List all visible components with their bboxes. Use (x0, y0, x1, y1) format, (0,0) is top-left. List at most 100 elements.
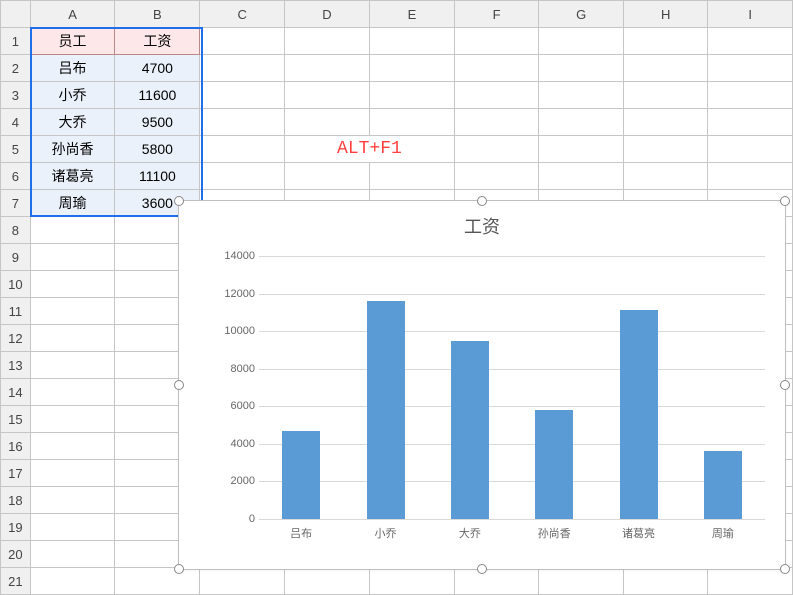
cell-B3[interactable]: 11600 (115, 82, 200, 109)
cell[interactable] (369, 28, 454, 55)
cell[interactable] (708, 55, 793, 82)
cell-B2[interactable]: 4700 (115, 55, 200, 82)
cell[interactable] (623, 109, 708, 136)
cell[interactable] (369, 163, 454, 190)
cell-B6[interactable]: 11100 (115, 163, 200, 190)
cell[interactable] (200, 55, 285, 82)
chart-bar[interactable] (535, 410, 573, 519)
cell[interactable] (200, 82, 285, 109)
row-header-15[interactable]: 15 (1, 406, 31, 433)
cell[interactable] (30, 406, 115, 433)
cell[interactable] (200, 136, 285, 163)
col-header-G[interactable]: G (539, 1, 624, 28)
col-header-C[interactable]: C (200, 1, 285, 28)
row-header-2[interactable]: 2 (1, 55, 31, 82)
cell[interactable] (454, 568, 539, 595)
cell-A6[interactable]: 诸葛亮 (30, 163, 115, 190)
cell[interactable] (30, 325, 115, 352)
cell-A3[interactable]: 小乔 (30, 82, 115, 109)
cell-A4[interactable]: 大乔 (30, 109, 115, 136)
chart-plot-area[interactable]: 02000400060008000100001200014000吕布小乔大乔孙尚… (219, 256, 765, 519)
cell[interactable] (369, 568, 454, 595)
cell[interactable] (30, 433, 115, 460)
chart-title[interactable]: 工资 (179, 213, 785, 239)
row-header-21[interactable]: 21 (1, 568, 31, 595)
resize-handle-e[interactable] (780, 380, 790, 390)
cell[interactable] (454, 82, 539, 109)
row-header-10[interactable]: 10 (1, 271, 31, 298)
resize-handle-se[interactable] (780, 564, 790, 574)
cell[interactable] (539, 28, 624, 55)
chart-bar[interactable] (282, 431, 320, 519)
cell[interactable] (708, 109, 793, 136)
cell[interactable] (369, 82, 454, 109)
resize-handle-nw[interactable] (174, 196, 184, 206)
cell[interactable] (454, 163, 539, 190)
cell-B5[interactable]: 5800 (115, 136, 200, 163)
row-header-12[interactable]: 12 (1, 325, 31, 352)
row-header-3[interactable]: 3 (1, 82, 31, 109)
cell[interactable] (539, 163, 624, 190)
cell[interactable] (30, 271, 115, 298)
cell[interactable] (115, 568, 200, 595)
select-all-corner[interactable] (1, 1, 31, 28)
cell[interactable] (30, 298, 115, 325)
cell-A2[interactable]: 吕布 (30, 55, 115, 82)
row-header-5[interactable]: 5 (1, 136, 31, 163)
cell-A1[interactable]: 员工 (30, 28, 115, 55)
row-header-11[interactable]: 11 (1, 298, 31, 325)
cell[interactable] (284, 28, 369, 55)
row-header-9[interactable]: 9 (1, 244, 31, 271)
cell[interactable] (623, 28, 708, 55)
resize-handle-w[interactable] (174, 380, 184, 390)
cell[interactable] (284, 163, 369, 190)
cell[interactable] (539, 55, 624, 82)
cell[interactable] (200, 109, 285, 136)
chart-bar[interactable] (451, 341, 489, 519)
cell[interactable] (284, 568, 369, 595)
cell[interactable] (539, 82, 624, 109)
cell[interactable] (284, 82, 369, 109)
cell[interactable] (30, 460, 115, 487)
cell[interactable] (454, 109, 539, 136)
cell[interactable] (454, 136, 539, 163)
cell[interactable] (200, 163, 285, 190)
col-header-B[interactable]: B (115, 1, 200, 28)
row-header-17[interactable]: 17 (1, 460, 31, 487)
cell[interactable] (30, 541, 115, 568)
cell[interactable] (708, 163, 793, 190)
row-header-14[interactable]: 14 (1, 379, 31, 406)
cell-A7[interactable]: 周瑜 (30, 190, 115, 217)
row-header-1[interactable]: 1 (1, 28, 31, 55)
resize-handle-ne[interactable] (780, 196, 790, 206)
cell[interactable] (623, 568, 708, 595)
cell[interactable] (30, 244, 115, 271)
row-header-8[interactable]: 8 (1, 217, 31, 244)
row-header-6[interactable]: 6 (1, 163, 31, 190)
cell[interactable] (200, 28, 285, 55)
col-header-A[interactable]: A (30, 1, 115, 28)
row-header-7[interactable]: 7 (1, 190, 31, 217)
row-header-18[interactable]: 18 (1, 487, 31, 514)
row-header-16[interactable]: 16 (1, 433, 31, 460)
cell[interactable] (284, 55, 369, 82)
cell[interactable] (623, 163, 708, 190)
cell[interactable] (539, 568, 624, 595)
row-header-4[interactable]: 4 (1, 109, 31, 136)
cell-B4[interactable]: 9500 (115, 109, 200, 136)
cell[interactable] (623, 136, 708, 163)
cell[interactable] (539, 109, 624, 136)
cell[interactable] (30, 568, 115, 595)
resize-handle-sw[interactable] (174, 564, 184, 574)
cell[interactable] (30, 514, 115, 541)
col-header-I[interactable]: I (708, 1, 793, 28)
chart-bar[interactable] (367, 301, 405, 519)
cell[interactable] (623, 82, 708, 109)
resize-handle-s[interactable] (477, 564, 487, 574)
cell[interactable] (369, 109, 454, 136)
cell-B1[interactable]: 工资 (115, 28, 200, 55)
cell[interactable] (539, 136, 624, 163)
cell[interactable] (369, 55, 454, 82)
cell[interactable] (708, 28, 793, 55)
cell[interactable] (30, 352, 115, 379)
